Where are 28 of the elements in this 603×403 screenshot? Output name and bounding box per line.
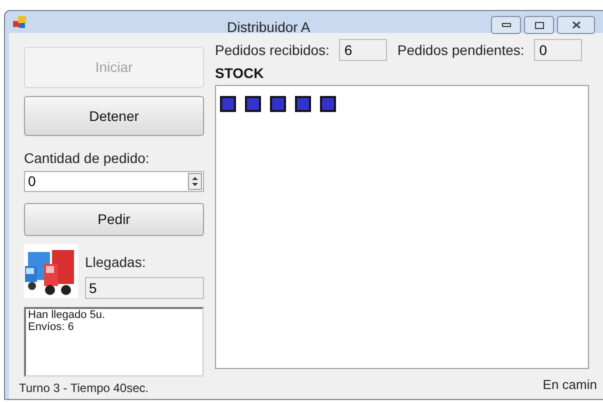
pending-label: Pedidos pendientes: [397,40,524,60]
order-button[interactable]: Pedir [24,203,204,236]
received-field: 6 [339,39,388,61]
close-icon [572,21,580,29]
window-title: Distribuidor A [227,18,310,37]
quantity-label: Cantidad de pedido: [24,149,150,168]
stop-button[interactable]: Detener [24,96,204,136]
status-text: En camin [542,376,597,394]
status-text: Turno 3 - Tiempo 40sec. [19,380,149,397]
close-button[interactable] [557,16,595,34]
stock-unit [320,96,336,112]
trucks-icon [24,244,78,298]
stock-unit [270,96,286,112]
log-line: Han llegado 5u. [28,309,106,321]
stock-unit [220,96,236,112]
spinner-arrows-icon [188,173,202,190]
stock-title: STOCK [215,64,265,83]
minimize-button[interactable] [491,16,521,34]
app-icon [13,16,27,28]
received-label: Pedidos recibidos: [215,40,330,60]
maximize-button[interactable] [524,16,554,34]
stock-unit [295,96,311,112]
arrivals-label: Llegadas: [85,253,147,272]
quantity-spinner[interactable]: 0 [24,171,204,192]
arrivals-field: 5 [85,277,204,299]
pending-field: 0 [534,39,582,61]
log-line: Envíos: 6 [28,321,75,333]
stock-unit [245,96,261,112]
